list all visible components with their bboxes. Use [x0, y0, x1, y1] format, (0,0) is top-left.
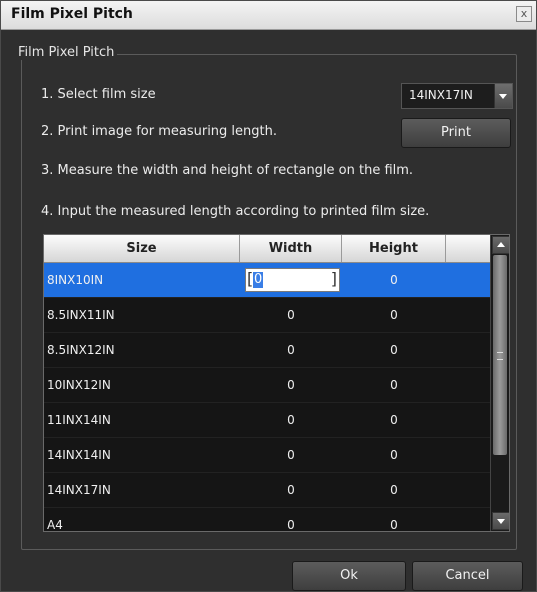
size-cell: 14INX17IN	[47, 483, 111, 497]
group-legend: Film Pixel Pitch	[15, 45, 118, 60]
film-size-value: 14INX17IN	[409, 88, 473, 102]
width-cell[interactable]: 0	[240, 403, 342, 437]
scroll-down-icon[interactable]	[492, 512, 509, 530]
table-header: Size Width Height	[44, 235, 490, 263]
width-input[interactable]: [ 0 ]	[245, 268, 340, 292]
height-cell[interactable]: 0	[342, 403, 446, 437]
step-2-label: 2. Print image for measuring length.	[41, 124, 277, 139]
height-cell[interactable]: 0	[342, 508, 446, 531]
step-4-label: 4. Input the measured length according t…	[41, 204, 430, 219]
height-cell[interactable]: 0	[342, 473, 446, 507]
cancel-button[interactable]: Cancel	[412, 561, 523, 591]
table-row[interactable]: 14INX14IN 0 0	[44, 438, 490, 473]
input-bracket-right: ]	[330, 269, 337, 288]
grip-icon	[497, 352, 503, 360]
height-cell[interactable]: 0	[342, 333, 446, 367]
table-row[interactable]: A4 0 0	[44, 508, 490, 532]
height-cell[interactable]: 0	[342, 368, 446, 402]
scrollbar-thumb[interactable]	[493, 255, 507, 455]
table-row[interactable]: 8.5INX12IN 0 0	[44, 333, 490, 368]
title-bar: Film Pixel Pitch x	[1, 1, 536, 30]
chevron-down-icon[interactable]	[494, 84, 512, 108]
step-3-label: 3. Measure the width and height of recta…	[41, 163, 414, 178]
table-scrollbar[interactable]	[490, 235, 509, 531]
table-row[interactable]: 8INX10IN [ 0 ] 0	[44, 263, 490, 298]
film-size-select[interactable]: 14INX17IN	[401, 83, 513, 109]
size-cell: 11INX14IN	[47, 413, 111, 427]
size-cell: 10INX12IN	[47, 378, 111, 392]
film-size-table: Size Width Height 8INX10IN [ 0 ] 0 8.5IN…	[43, 234, 510, 532]
close-icon[interactable]: x	[516, 6, 532, 22]
width-cell[interactable]: 0	[240, 368, 342, 402]
ok-button[interactable]: Ok	[292, 561, 406, 591]
width-cell[interactable]: 0	[240, 438, 342, 472]
table-row[interactable]: 10INX12IN 0 0	[44, 368, 490, 403]
column-header-size[interactable]: Size	[44, 235, 240, 262]
column-header-height[interactable]: Height	[342, 235, 446, 262]
film-pixel-pitch-dialog: Film Pixel Pitch x Film Pixel Pitch 1. S…	[0, 0, 537, 592]
table-row[interactable]: 11INX14IN 0 0	[44, 403, 490, 438]
size-cell: 8.5INX11IN	[47, 308, 115, 322]
table-row[interactable]: 14INX17IN 0 0	[44, 473, 490, 508]
scroll-up-icon[interactable]	[492, 236, 509, 254]
width-cell[interactable]: 0	[240, 508, 342, 531]
size-cell: 8INX10IN	[47, 273, 104, 287]
height-cell[interactable]: 0	[342, 298, 446, 332]
width-cell[interactable]: 0	[240, 298, 342, 332]
width-cell[interactable]: 0	[240, 473, 342, 507]
width-cell[interactable]: 0	[240, 333, 342, 367]
window-title: Film Pixel Pitch	[11, 6, 133, 22]
step-1-label: 1. Select film size	[41, 87, 156, 102]
table-row[interactable]: 8.5INX11IN 0 0	[44, 298, 490, 333]
width-input-value: 0	[253, 272, 264, 288]
size-cell: A4	[47, 518, 63, 532]
column-header-width[interactable]: Width	[240, 235, 342, 262]
size-cell: 8.5INX12IN	[47, 343, 115, 357]
height-cell[interactable]: 0	[342, 263, 446, 297]
size-cell: 14INX14IN	[47, 448, 111, 462]
print-button[interactable]: Print	[401, 118, 511, 148]
height-cell[interactable]: 0	[342, 438, 446, 472]
